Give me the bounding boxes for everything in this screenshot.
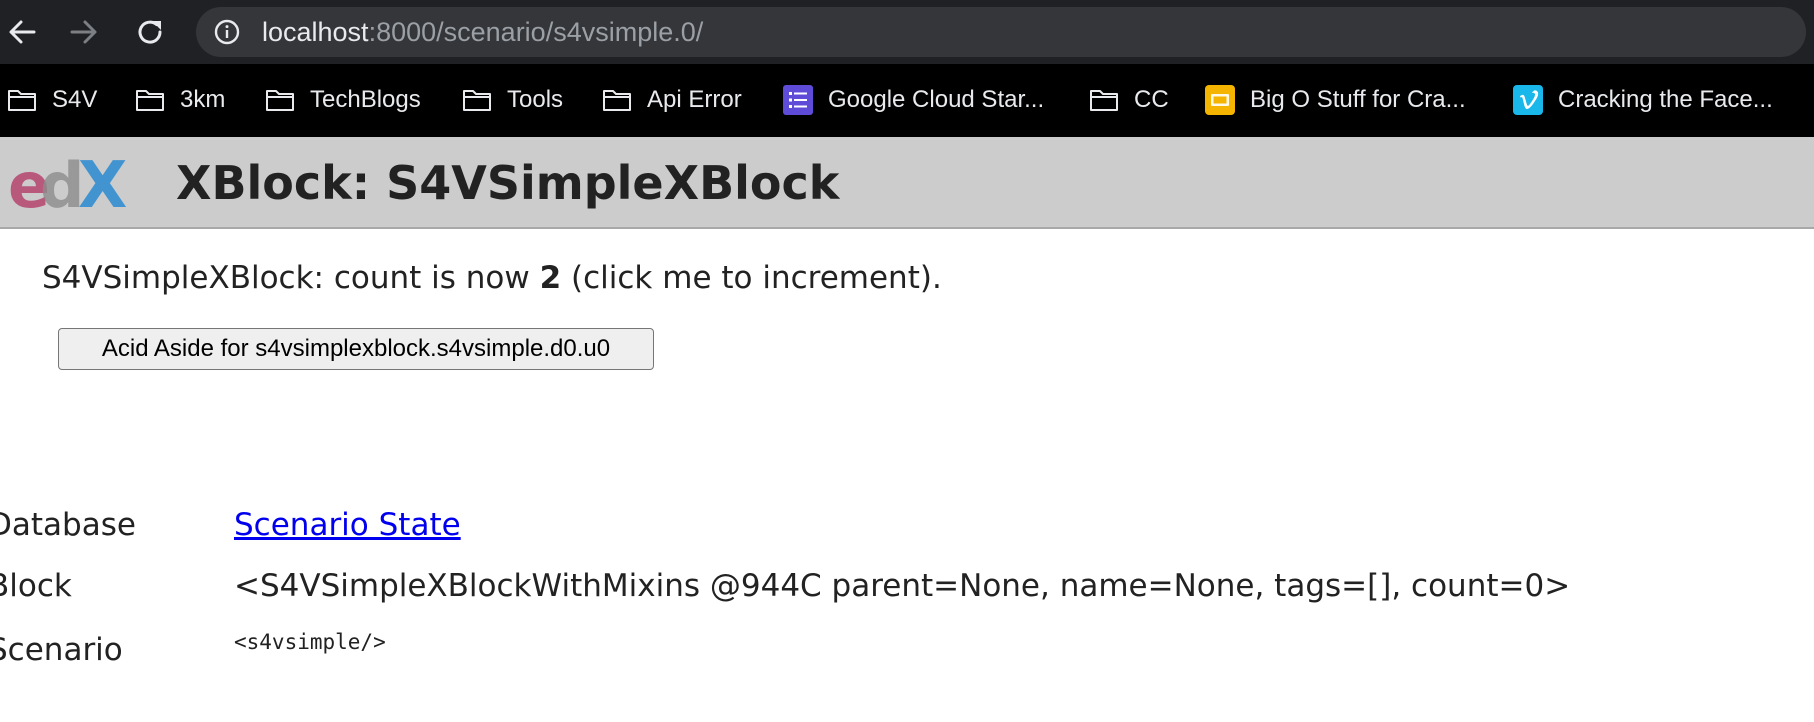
count-value: 2 [539,260,562,296]
bookmark-label: Google Cloud Star... [828,86,1045,113]
address-bar[interactable]: localhost:8000/scenario/s4vsimple.0/ [196,7,1806,57]
bookmark-label: Cracking the Face... [1558,86,1773,113]
google-forms-icon [782,85,814,115]
folder-icon [601,85,633,115]
google-slides-icon [1204,85,1236,115]
bookmark-label: TechBlogs [310,86,421,113]
block-value: <S4VSimpleXBlockWithMixins @944C parent=… [234,568,1571,604]
bookmark-3km[interactable]: 3km [134,82,225,118]
acid-aside-button[interactable]: Acid Aside for s4vsimplexblock.s4vsimple… [58,328,654,370]
bookmark-cracking-the-face[interactable]: Cracking the Face... [1512,82,1773,118]
page-header: e d X XBlock: S4VSimpleXBlock [0,137,1814,229]
arrow-right-icon [70,20,97,44]
info-circle-icon[interactable] [214,19,240,45]
count-message[interactable]: S4VSimpleXBlock: count is now 2 (click m… [42,258,942,298]
bookmark-cc[interactable]: CC [1088,82,1169,118]
bookmark-label: S4V [52,86,98,113]
bookmark-label: Tools [507,86,564,113]
bookmark-google-cloud[interactable]: Google Cloud Star... [782,82,1044,118]
scenario-state-link[interactable]: Scenario State [234,507,461,543]
edx-logo: e d X [8,151,127,215]
url-host: localhost [262,17,369,47]
database-value: Scenario State [234,505,461,545]
folder-icon [134,85,166,115]
browser-toolbar: localhost:8000/scenario/s4vsimple.0/ [0,0,1814,64]
vimeo-icon [1512,85,1544,115]
folder-icon [6,85,38,115]
bookmarks-bar: S4V 3km TechBlogs Tools Api Error Google… [0,64,1814,137]
bookmark-api-error[interactable]: Api Error [601,82,742,118]
forward-button[interactable] [66,14,102,50]
url-text[interactable]: localhost:8000/scenario/s4vsimple.0/ [262,17,703,47]
reload-icon [138,20,162,44]
block-label: Block [0,568,72,604]
bookmark-tools[interactable]: Tools [461,82,563,118]
bookmark-label: 3km [180,86,226,113]
scenario-value: <s4vsimple/> [234,630,386,654]
bookmark-s4v[interactable]: S4V [6,82,97,118]
folder-icon [264,85,296,115]
count-prefix: S4VSimpleXBlock: count is now [42,260,540,296]
reload-button[interactable] [132,14,168,50]
arrow-left-icon [9,20,36,44]
bookmark-label: Big O Stuff for Cra... [1250,86,1466,113]
svg-text:X: X [78,151,127,215]
bookmark-big-o[interactable]: Big O Stuff for Cra... [1204,82,1466,118]
bookmark-label: CC [1134,86,1169,113]
folder-icon [1088,85,1120,115]
back-button[interactable] [4,14,40,50]
bookmark-label: Api Error [647,86,742,113]
page-title: XBlock: S4VSimpleXBlock [176,156,840,210]
count-suffix: (click me to increment). [561,260,942,296]
scenario-label: Scenario [0,632,123,668]
folder-icon [461,85,493,115]
bookmark-techblogs[interactable]: TechBlogs [264,82,421,118]
database-label: Database [0,507,136,543]
url-path: :8000/scenario/s4vsimple.0/ [368,17,704,47]
